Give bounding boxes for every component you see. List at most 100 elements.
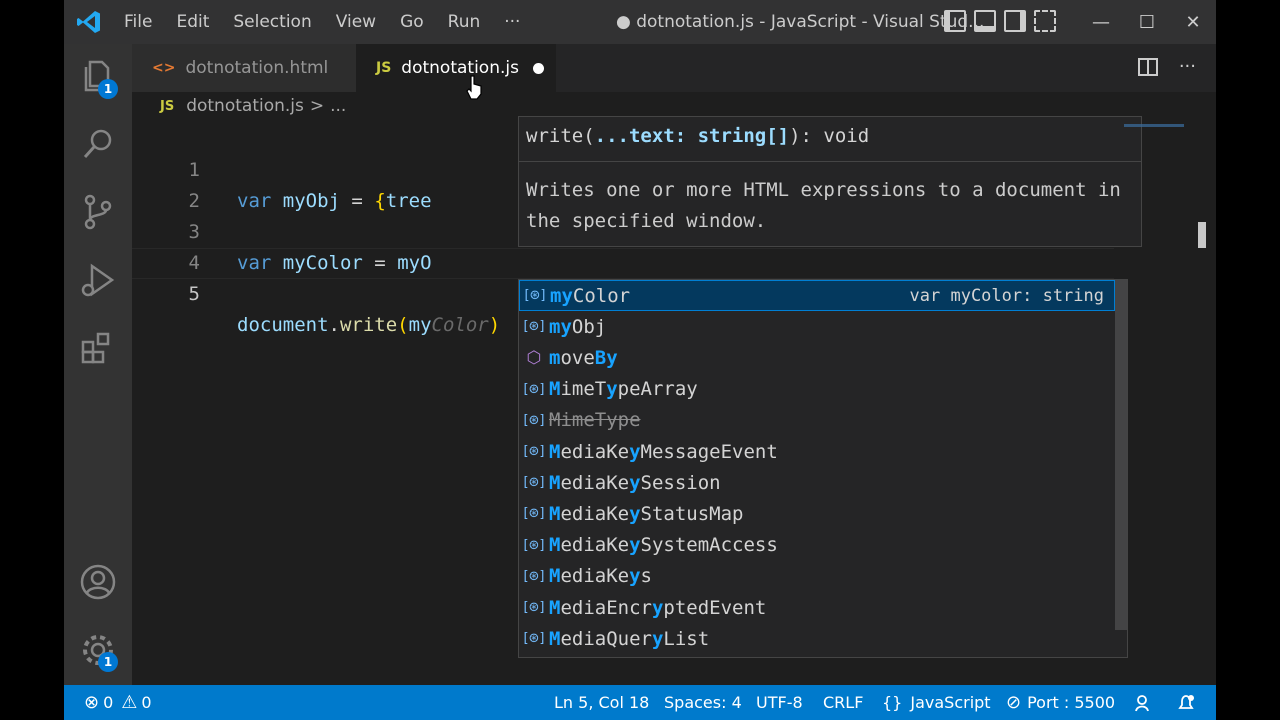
function-name: write <box>339 314 398 336</box>
suggestion-item[interactable]: [⊛] MediaKeySession <box>519 467 1115 498</box>
variable-icon: [⊛] <box>523 381 545 397</box>
suggestion-item[interactable]: [⊛] MediaKeyStatusMap <box>519 498 1115 529</box>
unsaved-dot-icon[interactable] <box>532 62 544 74</box>
status-bar: ⊗ 0 ⚠ 0 Ln 5, Col 18 Spaces: 4 UTF-8 CRL… <box>64 685 1216 720</box>
end-of-line[interactable]: CRLF <box>823 685 863 720</box>
suggestion-item[interactable]: [⊛] MediaKeyMessageEvent <box>519 436 1115 467</box>
mouse-pointer-icon <box>466 75 482 100</box>
split-editor-icon[interactable] <box>1137 56 1159 78</box>
menu-bar: File Edit Selection View Go Run ··· <box>124 0 544 44</box>
identifier: tree <box>385 190 432 212</box>
variable-icon: [⊛] <box>523 568 545 584</box>
language-mode[interactable]: {} JavaScript <box>882 685 991 720</box>
identifier: document <box>237 314 329 336</box>
tab-dotnotation-js[interactable]: JS dotnotation.js <box>356 44 556 92</box>
operator: = <box>339 190 375 212</box>
close-button[interactable]: ✕ <box>1170 0 1216 44</box>
suggestion-item[interactable]: [⊛] MimeTypeArray <box>519 374 1115 405</box>
suggestion-label: MediaQueryList <box>549 627 710 650</box>
error-icon: ⊗ <box>84 692 100 713</box>
breadcrumb-symbol[interactable]: ... <box>330 96 346 116</box>
breadcrumb-separator: > <box>309 96 325 116</box>
suggestion-label: MimeTypeArray <box>549 378 698 401</box>
js-file-icon: JS <box>376 60 392 76</box>
minimap[interactable] <box>1124 124 1184 127</box>
live-server-port[interactable]: ⊘ Port : 5500 <box>1006 685 1115 720</box>
identifier: myColor <box>282 252 363 274</box>
account-icon[interactable] <box>78 562 118 602</box>
editor-scrollbar[interactable] <box>1198 222 1206 248</box>
editor-actions: ··· <box>1137 56 1196 78</box>
signature: write(...text: string[]): void <box>526 125 869 147</box>
breadcrumb: JS dotnotation.js > ... <box>160 96 346 116</box>
warning-icon: ⚠ <box>121 692 138 713</box>
suggestion-item[interactable]: [⊛] myObj <box>519 311 1115 342</box>
feedback-icon[interactable] <box>1134 685 1154 720</box>
source-control-icon[interactable] <box>78 192 118 232</box>
explorer-badge: 1 <box>98 79 118 99</box>
minimize-button[interactable]: — <box>1078 0 1124 44</box>
breadcrumb-file[interactable]: dotnotation.js <box>186 96 304 116</box>
suggestion-item[interactable]: [⊛] MediaQueryList <box>519 623 1115 654</box>
tab-label: dotnotation.html <box>185 58 329 78</box>
suggest-scrollbar[interactable] <box>1115 280 1127 630</box>
suggestion-item[interactable]: [⊛] myColor var myColor: string <box>519 280 1115 311</box>
more-actions-button[interactable]: ··· <box>1179 56 1196 78</box>
sig-return: ): void <box>789 125 870 147</box>
toggle-panel-icon[interactable] <box>974 10 996 32</box>
notifications-bell-icon[interactable] <box>1176 685 1196 720</box>
divider <box>519 161 1141 162</box>
suggestion-label: MediaKeySession <box>549 471 721 494</box>
sig-fn: write( <box>526 125 595 147</box>
suggestion-label: MediaEncryptedEvent <box>549 596 767 619</box>
settings-badge: 1 <box>98 652 118 672</box>
code-editor[interactable]: 1 var myObj = {tree 2 3 var myColor = my… <box>132 116 1216 685</box>
suggestion-label: MediaKeys <box>549 565 652 588</box>
suggestion-label: MediaKeySystemAccess <box>549 534 778 557</box>
menu-file[interactable]: File <box>124 12 152 32</box>
code-line: 2 <box>132 155 201 212</box>
menu-view[interactable]: View <box>336 12 376 32</box>
tab-label: dotnotation.js <box>401 58 519 78</box>
operator: = <box>362 252 398 274</box>
maximize-button[interactable]: ☐ <box>1124 0 1170 44</box>
toggle-secondary-sidebar-icon[interactable] <box>1004 10 1026 32</box>
suggestion-item[interactable]: [⊛] MediaKeySystemAccess <box>519 530 1115 561</box>
menu-selection[interactable]: Selection <box>233 12 311 32</box>
extensions-icon[interactable] <box>78 328 118 368</box>
suggestion-item[interactable]: [⊛] MimeType <box>519 405 1115 436</box>
variable-icon: [⊛] <box>523 475 545 491</box>
js-file-icon: JS <box>160 98 175 114</box>
window-controls: — ☐ ✕ <box>1078 0 1216 44</box>
cursor-position[interactable]: Ln 5, Col 18 <box>554 685 649 720</box>
customize-layout-icon[interactable] <box>1034 10 1056 32</box>
method-icon: ⬡ <box>526 347 542 368</box>
problems-indicator[interactable]: ⊗ 0 ⚠ 0 <box>84 685 152 720</box>
paren: ( <box>397 314 409 336</box>
search-icon[interactable] <box>78 124 118 164</box>
encoding[interactable]: UTF-8 <box>756 685 803 720</box>
menu-more[interactable]: ··· <box>504 12 520 32</box>
inline-suggestion-ghost-text: Color <box>431 314 489 336</box>
language-label: JavaScript <box>910 693 991 712</box>
menu-edit[interactable]: Edit <box>176 12 209 32</box>
run-debug-icon[interactable] <box>78 260 118 300</box>
indentation[interactable]: Spaces: 4 <box>664 685 742 720</box>
suggestion-label: MimeType <box>549 409 641 432</box>
code-line: 3 var myColor = myO <box>132 186 432 274</box>
suggestion-widget: [⊛] myColor var myColor: string [⊛] myObj ⬡ mo… <box>518 279 1128 658</box>
variable-icon: [⊛] <box>523 537 545 553</box>
code-line-active: 5 document.write(myColor) <box>132 248 501 336</box>
title-bar: File Edit Selection View Go Run ··· ● do… <box>64 0 1216 44</box>
tab-dotnotation-html[interactable]: <> dotnotation.html <box>132 44 356 92</box>
keyword: var <box>237 190 272 212</box>
suggestion-item[interactable]: [⊛] MediaEncryptedEvent <box>519 592 1115 623</box>
html-file-icon: <> <box>152 60 176 76</box>
suggestion-label: myObj <box>549 315 607 338</box>
menu-run[interactable]: Run <box>448 12 481 32</box>
sig-type: string[] <box>686 125 790 147</box>
toggle-sidebar-icon[interactable] <box>944 10 966 32</box>
suggestion-item[interactable]: [⊛] MediaKeys <box>519 561 1115 592</box>
menu-go[interactable]: Go <box>400 12 424 32</box>
suggestion-item[interactable]: ⬡ moveBy <box>519 342 1115 373</box>
